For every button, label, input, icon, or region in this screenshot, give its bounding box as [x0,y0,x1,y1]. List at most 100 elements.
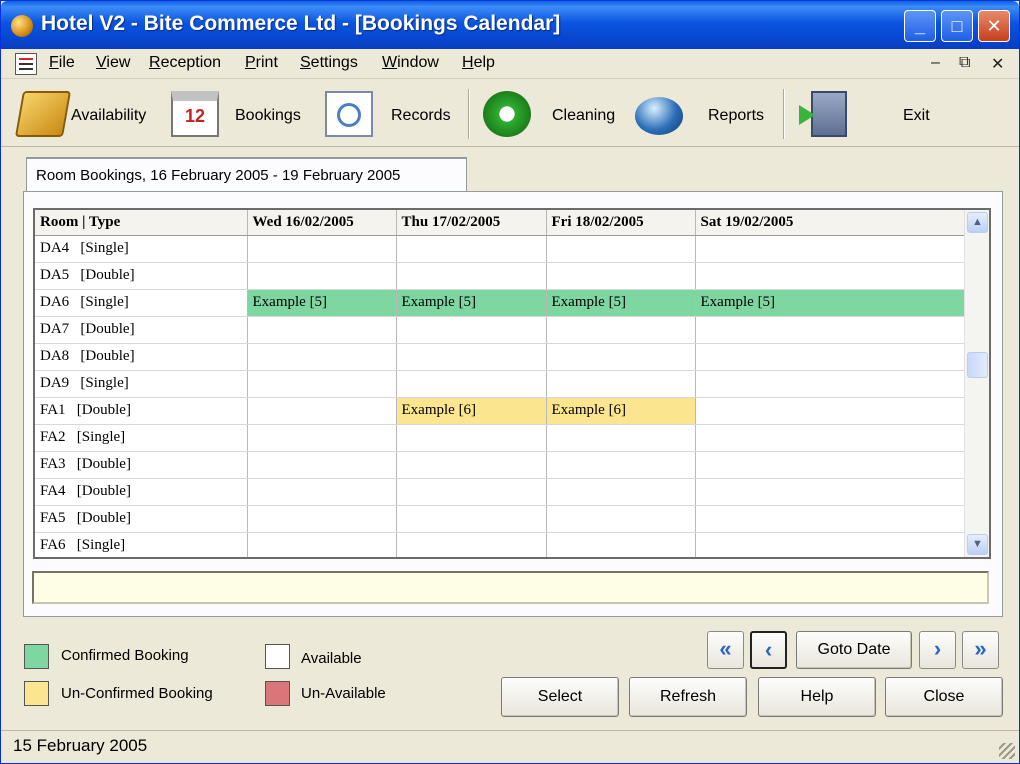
booking-cell[interactable] [695,316,965,344]
room-cell[interactable]: FA2 [Single] [35,424,248,452]
booking-cell[interactable] [546,424,696,452]
booking-cell[interactable] [396,370,547,398]
menu-settings[interactable]: Settings [300,54,358,72]
column-header[interactable]: Fri 18/02/2005 [546,210,696,236]
booking-cell[interactable] [695,451,965,479]
booking-cell[interactable] [247,235,397,263]
room-cell[interactable]: FA1 [Double] [35,397,248,425]
menu-window[interactable]: Window [382,54,439,72]
booking-cell[interactable] [546,343,696,371]
room-cell[interactable]: DA6 [Single] [35,289,248,317]
booking-cell[interactable] [695,424,965,452]
tab-room-bookings[interactable]: Room Bookings, 16 February 2005 - 19 Feb… [26,157,467,191]
booking-cell[interactable] [546,478,696,506]
booking-cell[interactable] [247,343,397,371]
refresh-button[interactable]: Refresh [629,677,747,717]
booking-cell[interactable] [247,478,397,506]
first-page-button[interactable]: « [707,631,744,669]
booking-cell[interactable] [247,370,397,398]
booking-cell[interactable] [695,235,965,263]
booking-cell[interactable] [695,370,965,398]
booking-cell[interactable]: Example [5] [396,289,547,317]
booking-cell[interactable]: Example [5] [247,289,397,317]
booking-cell[interactable] [546,370,696,398]
booking-cell[interactable] [396,262,547,290]
booking-cell[interactable] [695,505,965,533]
booking-cell[interactable] [695,397,965,425]
room-cell[interactable]: DA7 [Double] [35,316,248,344]
booking-cell[interactable] [396,316,547,344]
mdi-close-button[interactable]: ✕ [991,54,1004,74]
booking-cell[interactable] [546,505,696,533]
scroll-up-icon[interactable]: ▲ [967,212,988,233]
booking-cell[interactable] [247,532,397,557]
booking-cell[interactable] [695,343,965,371]
table-row[interactable]: FA5 [Double] [35,505,965,533]
booking-cell[interactable] [396,343,547,371]
room-cell[interactable]: FA6 [Single] [35,532,248,557]
booking-cell[interactable] [546,316,696,344]
menu-reception[interactable]: Reception [149,54,221,72]
room-cell[interactable]: DA5 [Double] [35,262,248,290]
table-row[interactable]: FA3 [Double] [35,451,965,479]
booking-cell[interactable] [396,505,547,533]
booking-cell[interactable]: Example [5] [695,289,965,317]
booking-cell[interactable] [247,505,397,533]
scrollbar-thumb[interactable] [967,352,988,378]
room-cell[interactable]: DA8 [Double] [35,343,248,371]
menu-help[interactable]: Help [462,54,495,72]
booking-cell[interactable] [546,532,696,557]
booking-cell[interactable]: Example [6] [396,397,547,425]
booking-cell[interactable] [695,262,965,290]
close-button[interactable]: Close [885,677,1003,717]
booking-cell[interactable]: Example [6] [546,397,696,425]
room-cell[interactable]: FA4 [Double] [35,478,248,506]
room-cell[interactable]: DA9 [Single] [35,370,248,398]
table-row[interactable]: FA1 [Double] Example [6] Example [6] [35,397,965,425]
booking-cell[interactable] [695,478,965,506]
next-button[interactable]: › [919,631,956,669]
booking-cell[interactable] [546,235,696,263]
menu-file[interactable]: File [49,54,75,72]
booking-cell[interactable] [396,451,547,479]
cleaning-button[interactable]: Cleaning [479,85,621,143]
bookings-button[interactable]: 12 Bookings [167,85,309,143]
title-bar[interactable]: Hotel V2 - Bite Commerce Ltd - [Bookings… [1,1,1019,49]
last-page-button[interactable]: » [962,631,999,669]
booking-cell[interactable] [546,451,696,479]
booking-cell[interactable] [247,397,397,425]
booking-cell[interactable]: Example [5] [546,289,696,317]
booking-cell[interactable] [396,478,547,506]
select-button[interactable]: Select [501,677,619,717]
booking-cell[interactable] [247,424,397,452]
booking-cell[interactable] [546,262,696,290]
column-header[interactable]: Wed 16/02/2005 [247,210,397,236]
column-header[interactable]: Sat 19/02/2005 [695,210,965,236]
booking-cell[interactable] [695,532,965,557]
booking-cell[interactable] [396,424,547,452]
close-window-button[interactable]: ✕ [978,10,1010,42]
table-row[interactable]: DA5 [Double] [35,262,965,290]
table-row[interactable]: DA4 [Single] [35,235,965,263]
column-header[interactable]: Thu 17/02/2005 [396,210,547,236]
table-row[interactable]: FA4 [Double] [35,478,965,506]
previous-button[interactable]: ‹ [750,631,787,669]
menu-print[interactable]: Print [245,54,278,72]
table-row[interactable]: DA8 [Double] [35,343,965,371]
maximize-button[interactable]: □ [941,10,973,42]
document-icon[interactable] [15,53,37,75]
goto-date-button[interactable]: Goto Date [796,631,912,669]
menu-view[interactable]: View [96,54,130,72]
exit-button[interactable]: Exit [793,85,943,143]
table-row[interactable]: DA7 [Double] [35,316,965,344]
room-cell[interactable]: FA5 [Double] [35,505,248,533]
help-button[interactable]: Help [758,677,876,717]
minimize-button[interactable]: _ [904,10,936,42]
reports-button[interactable]: Reports [631,85,773,143]
table-row[interactable]: DA9 [Single] [35,370,965,398]
booking-cell[interactable] [247,262,397,290]
availability-button[interactable]: Availability [14,85,157,143]
records-button[interactable]: Records [321,85,461,143]
booking-cell[interactable] [396,532,547,557]
mdi-restore-button[interactable]: ⧉ [959,54,970,72]
